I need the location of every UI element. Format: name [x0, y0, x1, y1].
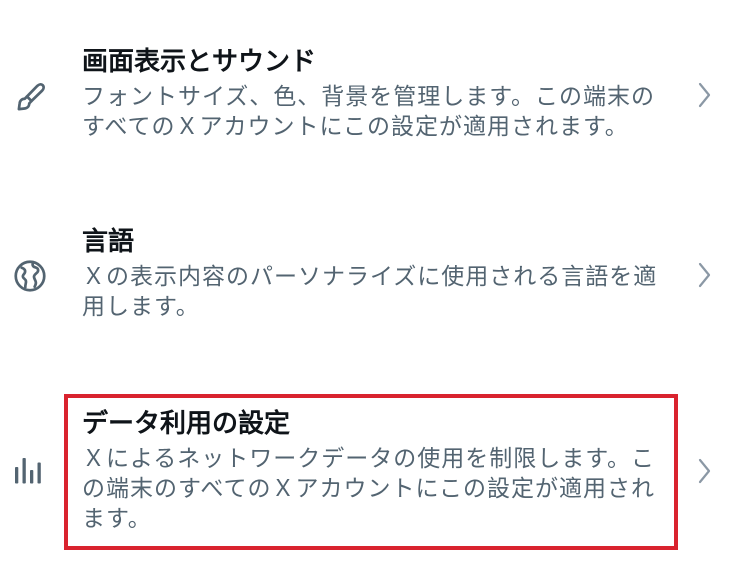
settings-item-description: Ｘによるネットワークデータの使用を制限します。この端末のすべてのＸアカウントにこ… [82, 446, 656, 532]
brush-icon [12, 80, 48, 116]
settings-item-description: Ｘの表示内容のパーソナライズに使用される言語を適用します。 [82, 264, 658, 320]
settings-item-description: フォントサイズ、色、背景を管理します。この端末のすべてのＸアカウントにこの設定が… [82, 84, 656, 140]
settings-item-language[interactable]: 言語 Ｘの表示内容のパーソナライズに使用される言語を適用します。 [0, 222, 730, 332]
chevron-right-icon [694, 456, 714, 486]
settings-list: 画面表示とサウンド フォントサイズ、色、背景を管理します。この端末のすべてのＸア… [0, 0, 730, 586]
settings-item-title: データ利用の設定 [82, 409, 291, 439]
settings-item-title: 画面表示とサウンド [82, 47, 317, 77]
globe-icon [12, 258, 48, 294]
settings-item-display-sound[interactable]: 画面表示とサウンド フォントサイズ、色、背景を管理します。この端末のすべてのＸア… [0, 40, 730, 150]
settings-item-title: 言語 [82, 227, 135, 257]
settings-item-data-usage[interactable]: データ利用の設定 Ｘによるネットワークデータの使用を制限します。この端末のすべて… [0, 400, 730, 540]
bar-chart-icon [12, 452, 48, 488]
chevron-right-icon [694, 80, 714, 110]
chevron-right-icon [694, 260, 714, 290]
